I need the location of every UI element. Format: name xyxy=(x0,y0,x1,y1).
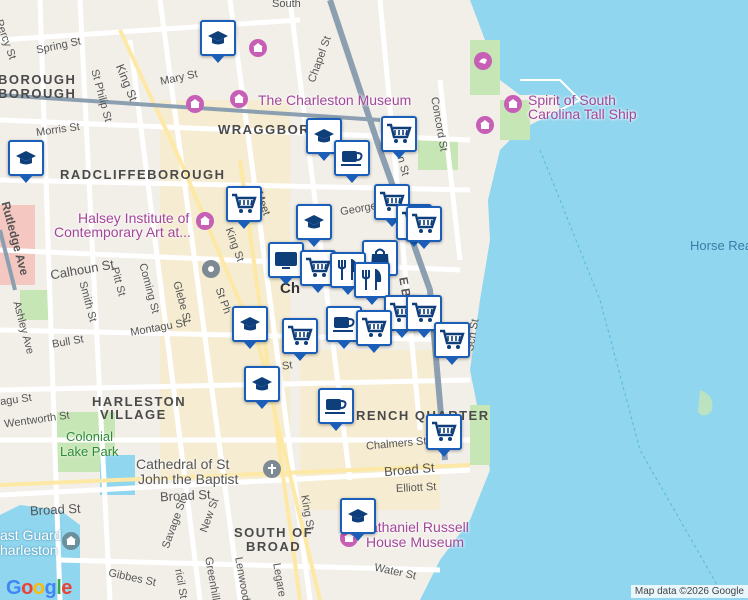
restaurant-icon xyxy=(361,269,383,291)
landmark-pin-icon[interactable] xyxy=(202,260,220,278)
shopping-cart-icon xyxy=(287,325,313,347)
church-pin-icon[interactable] xyxy=(263,460,281,478)
museum-pin-icon[interactable] xyxy=(186,95,204,113)
poi-label-nathaniel1[interactable]: athaniel Russell xyxy=(370,519,469,535)
coffee-cup-icon xyxy=(332,314,356,334)
map-marker-shopping-cart[interactable] xyxy=(406,206,442,249)
street-label-fragment: St xyxy=(281,359,294,373)
school-icon xyxy=(251,375,273,393)
shopping-cart-icon xyxy=(439,329,465,351)
map-marker-coffee-cup[interactable] xyxy=(334,140,370,183)
map-view[interactable]: South Percy St Spring St BOROUGH BOROUGH… xyxy=(0,0,748,600)
street-label-south: South xyxy=(272,0,301,10)
shopping-cart-icon xyxy=(305,257,331,279)
map-marker-shopping-cart[interactable] xyxy=(226,186,262,229)
school-icon xyxy=(303,213,325,231)
neighborhood-label-borough1: BOROUGH xyxy=(0,72,77,87)
poi-label-cathedral2[interactable]: John the Baptist xyxy=(138,471,238,487)
school-icon xyxy=(15,149,37,167)
park-label-colonial2: Lake Park xyxy=(60,444,119,459)
neighborhood-label-south-of: SOUTH OF xyxy=(234,525,314,540)
neighborhood-label-south-of-broad: BROAD xyxy=(246,539,302,554)
google-logo: Google xyxy=(6,577,72,599)
water-label-horse-reach: Horse Rea xyxy=(690,238,748,253)
map-marker-school[interactable] xyxy=(340,498,376,541)
shopping-cart-icon xyxy=(411,302,437,324)
coffee-cup-icon xyxy=(324,396,348,416)
map-marker-tv[interactable] xyxy=(268,242,304,285)
map-marker-shopping-cart[interactable] xyxy=(282,318,318,361)
neighborhood-label-harleston2: VILLAGE xyxy=(100,407,167,422)
map-marker-school[interactable] xyxy=(200,20,236,63)
street-label-broad-southwest: Broad St xyxy=(29,500,81,519)
museum-pin-icon[interactable] xyxy=(476,116,494,134)
school-icon xyxy=(313,127,335,145)
coffee-cup-icon xyxy=(340,148,364,168)
neighborhood-label-french-quarter: RENCH QUARTER xyxy=(356,408,490,423)
neighborhood-label-borough2: BOROUGH xyxy=(0,86,77,101)
map-marker-restaurant[interactable] xyxy=(354,262,390,305)
shopping-cart-icon xyxy=(411,213,437,235)
map-attribution[interactable]: Map data ©2026 Google xyxy=(630,585,748,598)
park-label-colonial1: Colonial xyxy=(66,429,113,444)
poi-label-coast-guard1[interactable]: ast Guard xyxy=(0,527,61,543)
map-marker-school[interactable] xyxy=(8,140,44,183)
poi-label-charleston-museum[interactable]: The Charleston Museum xyxy=(258,92,411,108)
coast-guard-pin-icon[interactable] xyxy=(62,532,80,550)
poi-label-coast-guard2[interactable]: harleston xyxy=(0,542,58,558)
school-icon xyxy=(207,29,229,47)
museum-pin-icon[interactable] xyxy=(249,39,267,57)
poi-label-cathedral1[interactable]: Cathedral of St xyxy=(136,456,229,472)
museum-pin-icon[interactable] xyxy=(504,95,522,113)
tv-icon xyxy=(274,250,298,270)
poi-label-spirit-line2[interactable]: Carolina Tall Ship xyxy=(528,106,637,122)
map-marker-school[interactable] xyxy=(232,306,268,349)
museum-pin-icon[interactable] xyxy=(230,90,248,108)
dolphin-pin-icon[interactable] xyxy=(474,52,492,70)
map-marker-shopping-cart[interactable] xyxy=(434,322,470,365)
school-icon xyxy=(347,507,369,525)
museum-pin-icon[interactable] xyxy=(196,212,214,230)
street-label-elliott: Elliott St xyxy=(395,480,437,496)
shopping-cart-icon xyxy=(386,123,412,145)
map-marker-school[interactable] xyxy=(296,204,332,247)
poi-label-halsey-line2[interactable]: Contemporary Art at... xyxy=(54,224,191,240)
map-marker-shopping-cart[interactable] xyxy=(426,414,462,457)
poi-label-nathaniel2[interactable]: House Museum xyxy=(366,534,464,550)
map-marker-school[interactable] xyxy=(244,366,280,409)
shopping-cart-icon xyxy=(231,193,257,215)
map-marker-shopping-cart[interactable] xyxy=(381,116,417,159)
map-marker-coffee-cup[interactable] xyxy=(318,388,354,431)
shopping-cart-icon xyxy=(361,317,387,339)
school-icon xyxy=(239,315,261,333)
neighborhood-label-radcliffeborough: RADCLIFFEBOROUGH xyxy=(60,167,226,182)
map-marker-shopping-cart[interactable] xyxy=(356,310,392,353)
shopping-cart-icon xyxy=(431,421,457,443)
